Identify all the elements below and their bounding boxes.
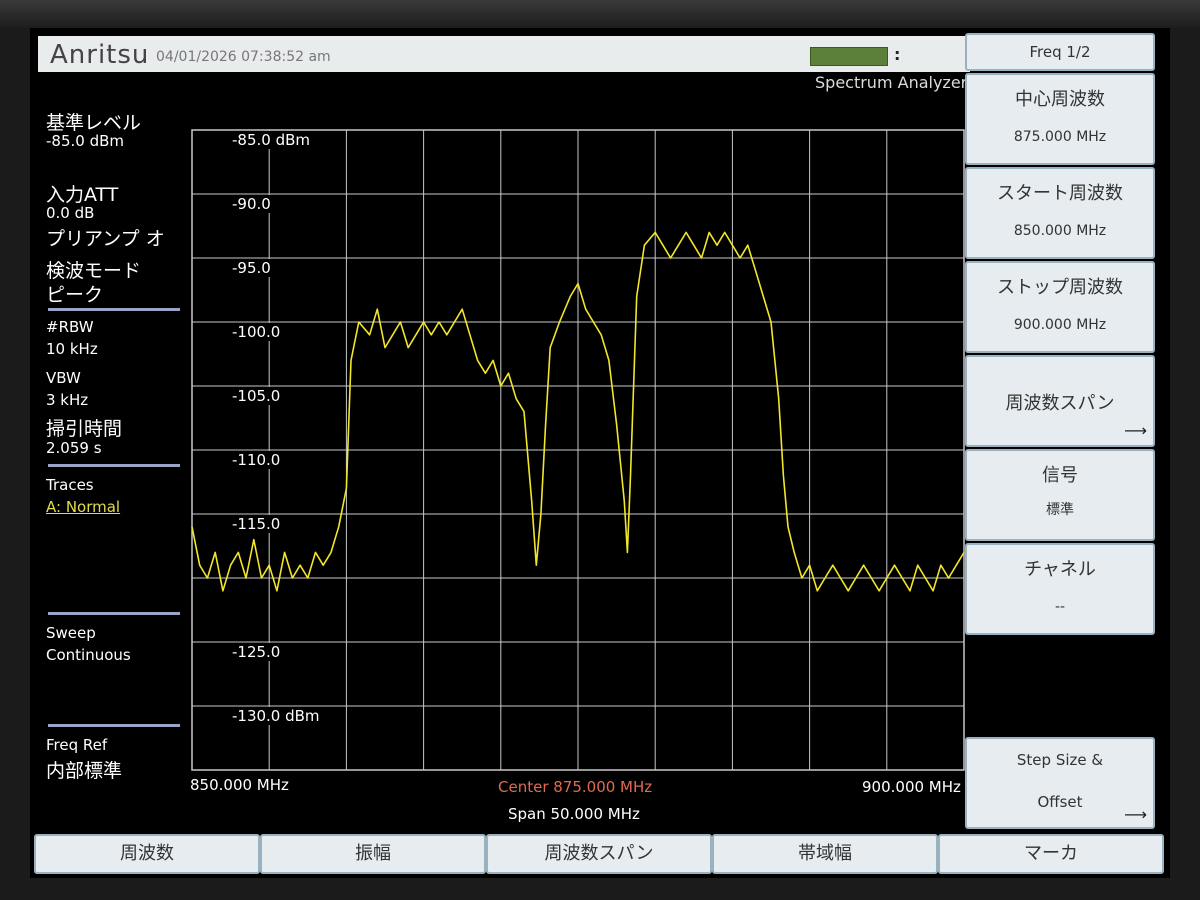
softkey-title: 周波数スパン <box>1005 393 1115 414</box>
y-tick-label: -95.0 <box>230 259 273 277</box>
softkey-channel[interactable]: チャネル -- <box>965 543 1155 635</box>
rbw-value: 10 kHz <box>46 340 98 358</box>
ref-level-label: 基準レベル <box>46 112 142 134</box>
sweep-time-value: 2.059 s <box>46 439 102 457</box>
tab-span[interactable]: 周波数スパン <box>486 834 712 874</box>
span-label: Span 50.000 MHz <box>508 805 640 823</box>
tab-frequency[interactable]: 周波数 <box>34 834 260 874</box>
separator-2 <box>48 464 180 467</box>
sweep-time-label: 掃引時間 <box>46 418 123 440</box>
header-bar: Anritsu 04/01/2026 07:38:52 am : <box>38 36 970 72</box>
traces-value-link[interactable]: A: Normal <box>46 498 120 516</box>
softkey-value: 900.000 MHz <box>1013 317 1107 333</box>
spectrum-graph[interactable]: -85.0 dBm -90.0 -95.0 -100.0 -105.0 -110… <box>190 128 970 823</box>
freq-ref-value: 内部標準 <box>46 760 123 782</box>
center-freq-label: Center 875.000 MHz <box>498 778 653 796</box>
datetime-display: 04/01/2026 07:38:52 am <box>156 49 331 65</box>
analyzer-screen: Anritsu 04/01/2026 07:38:52 am : Spectru… <box>30 28 1170 878</box>
start-freq-label: 850.000 MHz <box>190 776 289 794</box>
softkey-title: チャネル <box>1024 559 1096 580</box>
softkey-step-size-offset[interactable]: Step Size & Offset ⟶ <box>965 737 1155 829</box>
softkey-title: スタート周波数 <box>997 183 1123 204</box>
rbw-label: #RBW <box>46 318 94 336</box>
tab-amplitude[interactable]: 振幅 <box>260 834 486 874</box>
submenu-arrow-icon: ⟶ <box>1124 805 1147 824</box>
softkey-value: 標準 <box>1046 502 1074 518</box>
freq-ref-label: Freq Ref <box>46 736 108 754</box>
stop-freq-label: 900.000 MHz <box>862 778 961 796</box>
vbw-label: VBW <box>46 369 81 387</box>
input-att-value: 0.0 dB <box>46 204 95 222</box>
softkey-start-freq[interactable]: スタート周波数 850.000 MHz <box>965 167 1155 259</box>
detect-mode-value: ピーク <box>46 284 104 306</box>
spectrum-plot <box>191 129 965 771</box>
submenu-arrow-icon: ⟶ <box>1124 421 1147 440</box>
softkey-value: 850.000 MHz <box>1013 223 1107 239</box>
vbw-value: 3 kHz <box>46 391 89 409</box>
softkey-value: -- <box>1054 599 1066 615</box>
softkey-signal-standard[interactable]: 信号 標準 <box>965 449 1155 541</box>
instrument-bezel <box>0 0 1200 30</box>
softkey-title: ストップ周波数 <box>997 277 1123 298</box>
preamp-label: プリアンプ オ <box>46 228 165 250</box>
softkey-menu-header: Freq 1/2 <box>965 33 1155 71</box>
detect-mode-label: 検波モード <box>46 260 142 282</box>
y-tick-label: -115.0 <box>230 515 283 533</box>
y-tick-label: -125.0 <box>230 643 283 661</box>
y-tick-label: -85.0 dBm <box>230 131 313 149</box>
separator-3 <box>48 612 180 615</box>
y-tick-label: -110.0 <box>230 451 283 469</box>
softkey-stop-freq[interactable]: ストップ周波数 900.000 MHz <box>965 261 1155 353</box>
y-tick-label: -105.0 <box>230 387 283 405</box>
y-tick-label: -130.0 dBm <box>230 707 322 725</box>
main-menu-bar: 周波数 振幅 周波数スパン 帯域幅 マーカ <box>34 834 1164 874</box>
softkey-center-freq[interactable]: 中心周波数 875.000 MHz <box>965 73 1155 165</box>
ref-level-value: -85.0 dBm <box>46 132 125 150</box>
mode-label: Spectrum Analyzer <box>815 73 968 92</box>
softkey-title: Step Size & <box>1016 751 1104 769</box>
battery-status-indicator <box>810 47 888 66</box>
softkey-title: 信号 <box>1042 465 1078 486</box>
sweep-label: Sweep <box>46 624 96 642</box>
anritsu-logo: Anritsu <box>50 40 150 70</box>
softkey-value: 875.000 MHz <box>1013 129 1107 145</box>
separator-4 <box>48 724 180 727</box>
tab-marker[interactable]: マーカ <box>938 834 1164 874</box>
softkey-freq-span[interactable]: 周波数スパン ⟶ <box>965 355 1155 447</box>
softkey-title: 中心周波数 <box>1015 89 1105 110</box>
separator-1 <box>48 308 180 311</box>
status-separator: : <box>894 45 901 64</box>
y-tick-label: -100.0 <box>230 323 283 341</box>
tab-bandwidth[interactable]: 帯域幅 <box>712 834 938 874</box>
softkey-panel: Freq 1/2 中心周波数 875.000 MHz スタート周波数 850.0… <box>965 33 1170 833</box>
traces-label: Traces <box>46 476 94 494</box>
input-att-label: 入力ATT <box>46 184 119 206</box>
sweep-value: Continuous <box>46 646 131 664</box>
y-tick-label: -90.0 <box>230 195 273 213</box>
